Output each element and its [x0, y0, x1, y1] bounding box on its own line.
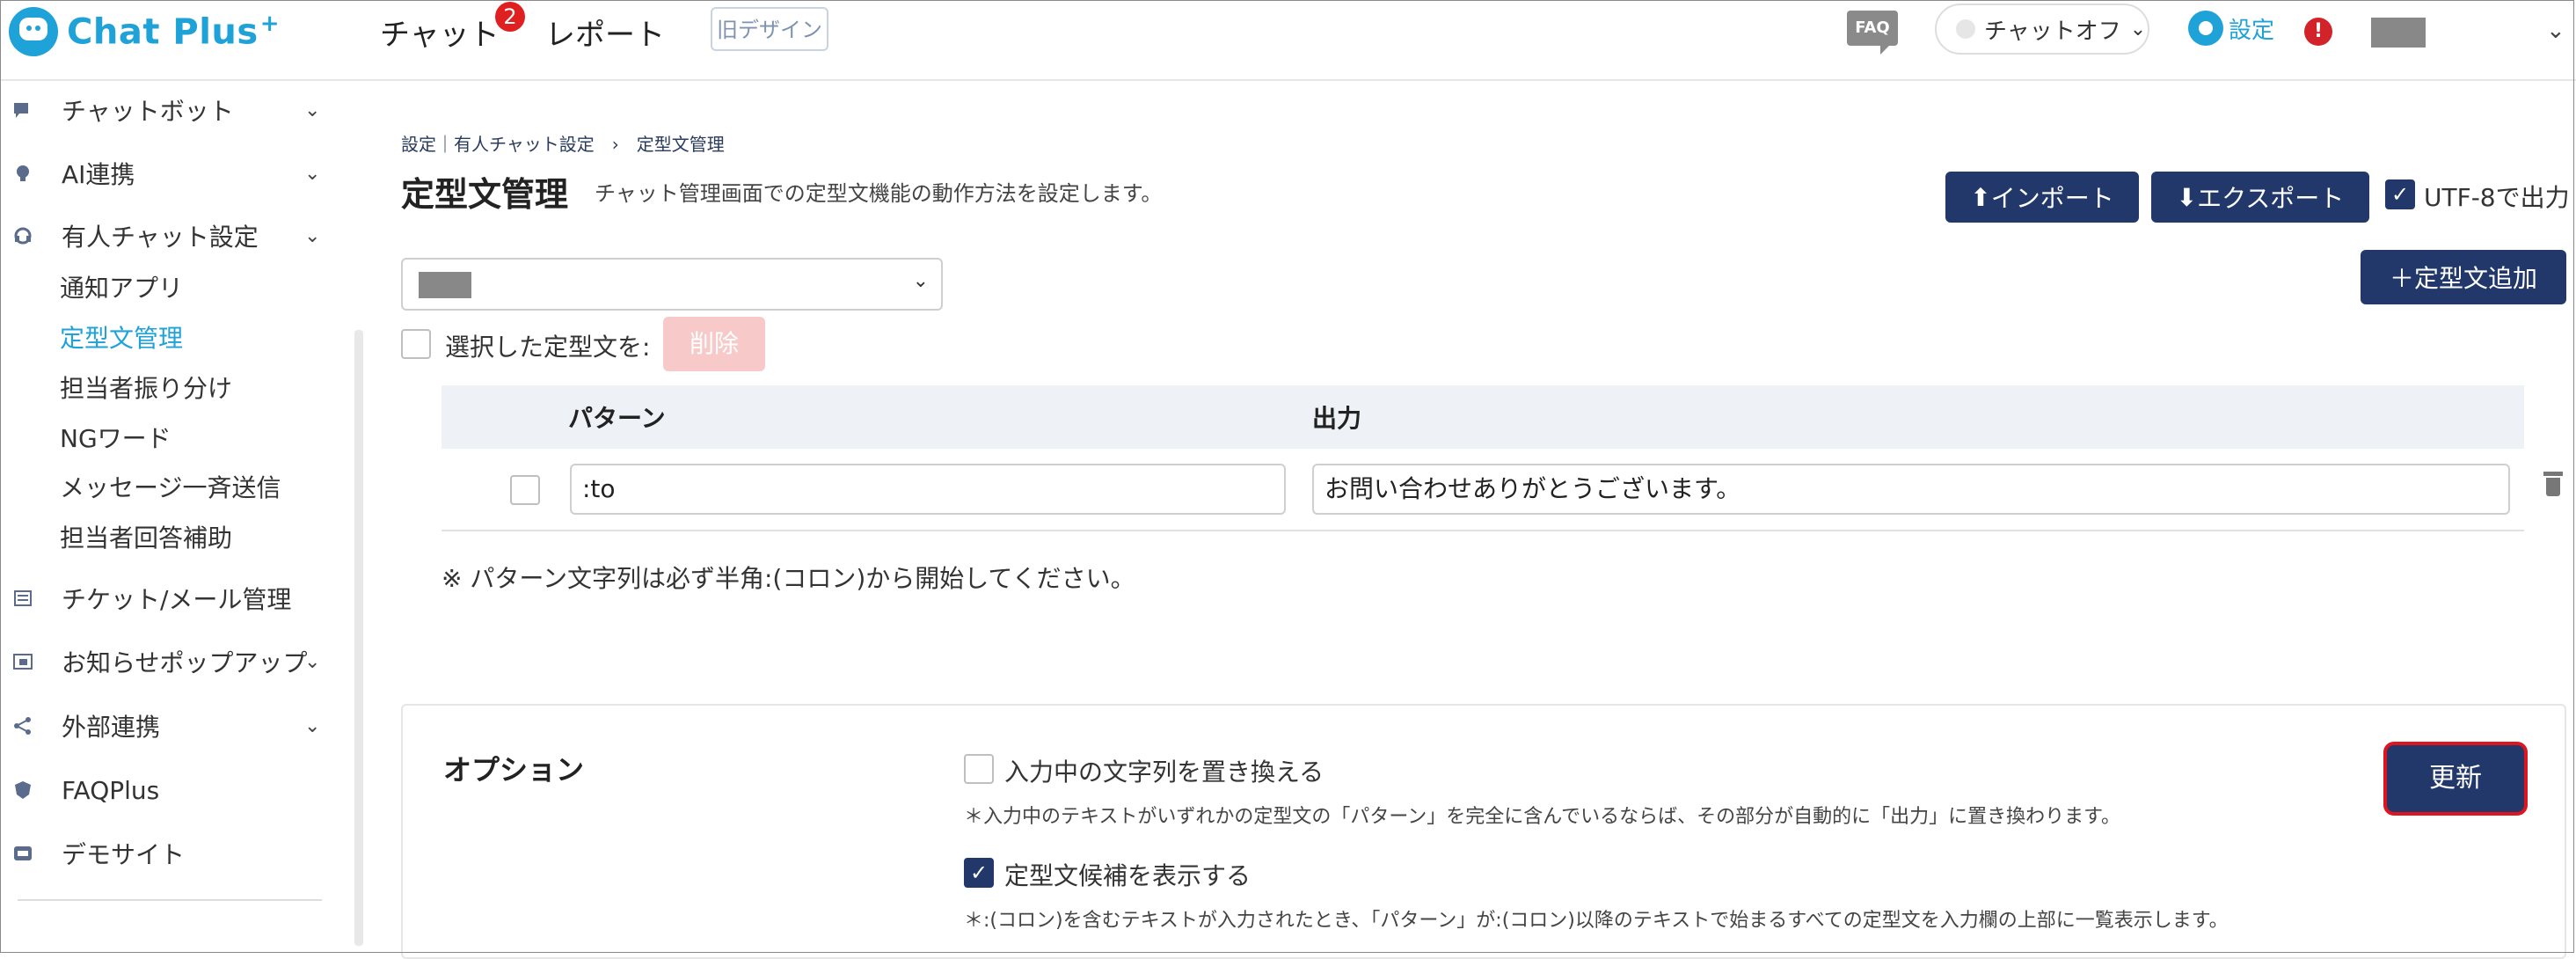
nav-report[interactable]: レポート	[545, 11, 665, 54]
sidebar-sub-template[interactable]: 定型文管理	[60, 319, 183, 355]
delete-button[interactable]: 削除	[663, 317, 765, 371]
chevron-down-icon: ⌄	[304, 224, 321, 247]
user-avatar[interactable]	[2371, 18, 2426, 48]
old-design-button[interactable]: 旧デザイン	[711, 7, 828, 51]
import-button[interactable]: ⬆ インポート	[1945, 172, 2139, 223]
table-row-divider	[441, 530, 2524, 531]
output-input[interactable]: お問い合わせありがとうございます。	[1312, 464, 2510, 515]
pattern-input[interactable]: :to	[570, 464, 1286, 515]
update-button[interactable]: 更新	[2383, 742, 2528, 816]
headset-icon	[14, 227, 32, 245]
chevron-down-icon: ⌄	[912, 270, 929, 292]
chevron-down-icon: ⌄	[304, 99, 321, 121]
popup-icon	[13, 654, 33, 670]
replace-text-note: ＊入力中のテキストがいずれかの定型文の「パターン」を完全に含んでいるならば、その…	[964, 806, 2120, 828]
status-dot-icon	[1956, 19, 1975, 39]
chat-status-dropdown[interactable]: チャットオフ ⌄	[1935, 4, 2149, 55]
chevron-down-icon: ⌄	[304, 650, 321, 673]
utf8-label: UTF-8で出力	[2424, 183, 2570, 212]
page-description: チャット管理画面での定型文機能の動作方法を設定します。	[595, 181, 1163, 206]
page-title: 定型文管理	[401, 175, 569, 214]
demo-site-icon	[14, 846, 32, 860]
pattern-note: ※ パターン文字列は必ず半角:(コロン)から開始してください。	[441, 564, 1135, 593]
gear-icon	[2188, 11, 2223, 46]
trash-icon[interactable]	[2543, 472, 2563, 496]
sidebar-item-ai[interactable]: AI連携 ⌄	[0, 147, 334, 200]
show-candidates-note: ＊:(コロン)を含むテキストが入力されたとき、「パターン」が:(コロン)以降のテ…	[964, 910, 2229, 932]
logo[interactable]: Chat Plus+	[9, 5, 280, 58]
export-button[interactable]: ⬇ エクスポート	[2151, 172, 2369, 223]
sidebar-item-popup[interactable]: お知らせポップアップ ⌄	[0, 635, 334, 688]
sidebar-item-faqplus[interactable]: FAQPlus	[0, 764, 334, 816]
replace-text-label: 入力中の文字列を置き換える	[1004, 758, 1324, 787]
sidebar-sub-broadcast[interactable]: メッセージ一斉送信	[60, 469, 281, 504]
nav-chat[interactable]: チャット	[380, 11, 500, 54]
sidebar-item-manned-chat[interactable]: 有人チャット設定 ⌄	[0, 209, 334, 262]
category-select[interactable]: ⌄	[401, 258, 943, 311]
column-header-output: 出力	[1312, 404, 1362, 433]
faq-shield-icon	[15, 781, 31, 799]
top-bar: Chat Plus+ チャット 2 レポート 旧デザイン FAQ チャットオフ …	[0, 0, 2576, 81]
sidebar-sub-assign[interactable]: 担当者振り分け	[60, 370, 232, 405]
row-checkbox[interactable]	[510, 475, 540, 505]
plus-icon: ＋	[2389, 264, 2414, 293]
replace-text-checkbox[interactable]	[964, 754, 994, 784]
ticket-icon	[14, 590, 32, 606]
chat-badge: 2	[495, 2, 525, 32]
chevron-down-icon: ⌄	[304, 714, 321, 737]
utf8-checkbox[interactable]: ✓	[2385, 179, 2415, 209]
logo-chat-icon	[9, 7, 58, 56]
chevron-down-icon: ⌄	[2129, 18, 2147, 40]
logo-text: Chat Plus+	[67, 11, 280, 53]
sidebar-item-ticket[interactable]: チケット/メール管理	[0, 572, 334, 625]
selected-templates-label: 選択した定型文を:	[445, 333, 651, 362]
select-all-checkbox[interactable]	[401, 329, 431, 359]
column-header-pattern: パターン	[568, 404, 666, 433]
show-candidates-label: 定型文候補を表示する	[1004, 861, 1252, 890]
settings-label: 設定	[2229, 17, 2275, 44]
lightbulb-icon	[17, 165, 29, 181]
download-icon: ⬇	[2176, 182, 2198, 212]
breadcrumb[interactable]: 設定｜有人チャット設定 › 定型文管理	[401, 130, 725, 156]
show-candidates-checkbox[interactable]: ✓	[964, 858, 994, 888]
upload-icon: ⬆	[1970, 182, 1991, 212]
chat-status-label: チャットオフ	[1984, 18, 2121, 45]
user-menu-chevron-icon[interactable]: ⌄	[2546, 18, 2565, 44]
sidebar-divider	[18, 899, 322, 901]
options-title: オプション	[443, 753, 585, 787]
table-header	[441, 385, 2524, 449]
sidebar-item-chatbot[interactable]: チャットボット ⌄	[0, 84, 334, 136]
chevron-down-icon: ⌄	[304, 162, 321, 185]
sidebar-scrollbar[interactable]	[354, 330, 363, 946]
sidebar-sub-notify-app[interactable]: 通知アプリ	[60, 269, 183, 304]
sidebar-sub-ngword[interactable]: NGワード	[60, 420, 171, 455]
sidebar-sub-answer-assist[interactable]: 担当者回答補助	[60, 519, 232, 554]
category-select-value	[419, 272, 471, 298]
faq-icon[interactable]: FAQ	[1847, 11, 1898, 55]
alert-icon[interactable]: !	[2304, 18, 2332, 46]
settings-link[interactable]: 設定	[2188, 11, 2274, 46]
share-icon	[14, 717, 31, 735]
chat-icon	[14, 103, 28, 118]
sidebar-item-demo[interactable]: デモサイト	[0, 827, 334, 880]
sidebar-item-integration[interactable]: 外部連携 ⌄	[0, 699, 334, 752]
add-template-button[interactable]: ＋定型文追加	[2361, 250, 2566, 304]
